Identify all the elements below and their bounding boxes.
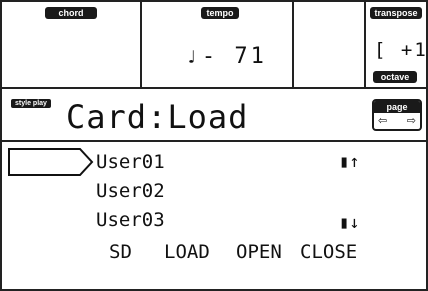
title-divider — [2, 140, 426, 142]
page-label: page — [374, 101, 420, 113]
list-item-user01[interactable]: User01 — [96, 149, 165, 175]
empty-cell — [294, 2, 366, 87]
tempo-value: - 71 — [201, 44, 267, 69]
load-button[interactable]: LOAD — [164, 238, 210, 266]
quarter-note-icon: ♩ — [186, 47, 200, 68]
transpose-cell[interactable]: transpose [ +1 octave — [366, 2, 426, 87]
chord-label: chord — [45, 7, 97, 19]
tempo-cell[interactable]: tempo ♩- 71 — [142, 2, 294, 87]
page-left-arrow-icon[interactable]: ⇦ — [378, 114, 387, 128]
page-arrows: ⇦ ⇨ — [374, 113, 420, 128]
transpose-label: transpose — [370, 7, 422, 19]
chord-cell[interactable]: chord — [2, 2, 142, 87]
tempo-label: tempo — [201, 7, 239, 19]
sd-button[interactable]: SD — [109, 238, 132, 266]
list-item-user03[interactable]: User03 — [96, 207, 165, 233]
scroll-down-icon[interactable]: ▮↓ — [339, 212, 359, 234]
style-play-badge: style play — [11, 99, 51, 108]
open-button[interactable]: OPEN — [236, 238, 282, 266]
page-title: Card:Load — [66, 98, 249, 136]
scroll-up-icon[interactable]: ▮↑ — [339, 151, 359, 173]
list-item-user02[interactable]: User02 — [96, 178, 165, 204]
tempo-display: ♩- 71 — [186, 44, 267, 69]
transpose-value: [ +1 — [374, 39, 428, 61]
close-button[interactable]: CLOSE — [300, 238, 357, 266]
lcd-display: chord tempo ♩- 71 transpose [ +1 octave … — [0, 0, 428, 291]
selection-cursor — [8, 148, 94, 176]
page-button[interactable]: page ⇦ ⇨ — [372, 99, 422, 131]
octave-label: octave — [373, 71, 417, 83]
selection-cursor-icon — [8, 148, 94, 176]
status-strip: chord tempo ♩- 71 transpose [ +1 octave — [2, 2, 426, 89]
page-right-arrow-icon[interactable]: ⇨ — [407, 114, 416, 128]
